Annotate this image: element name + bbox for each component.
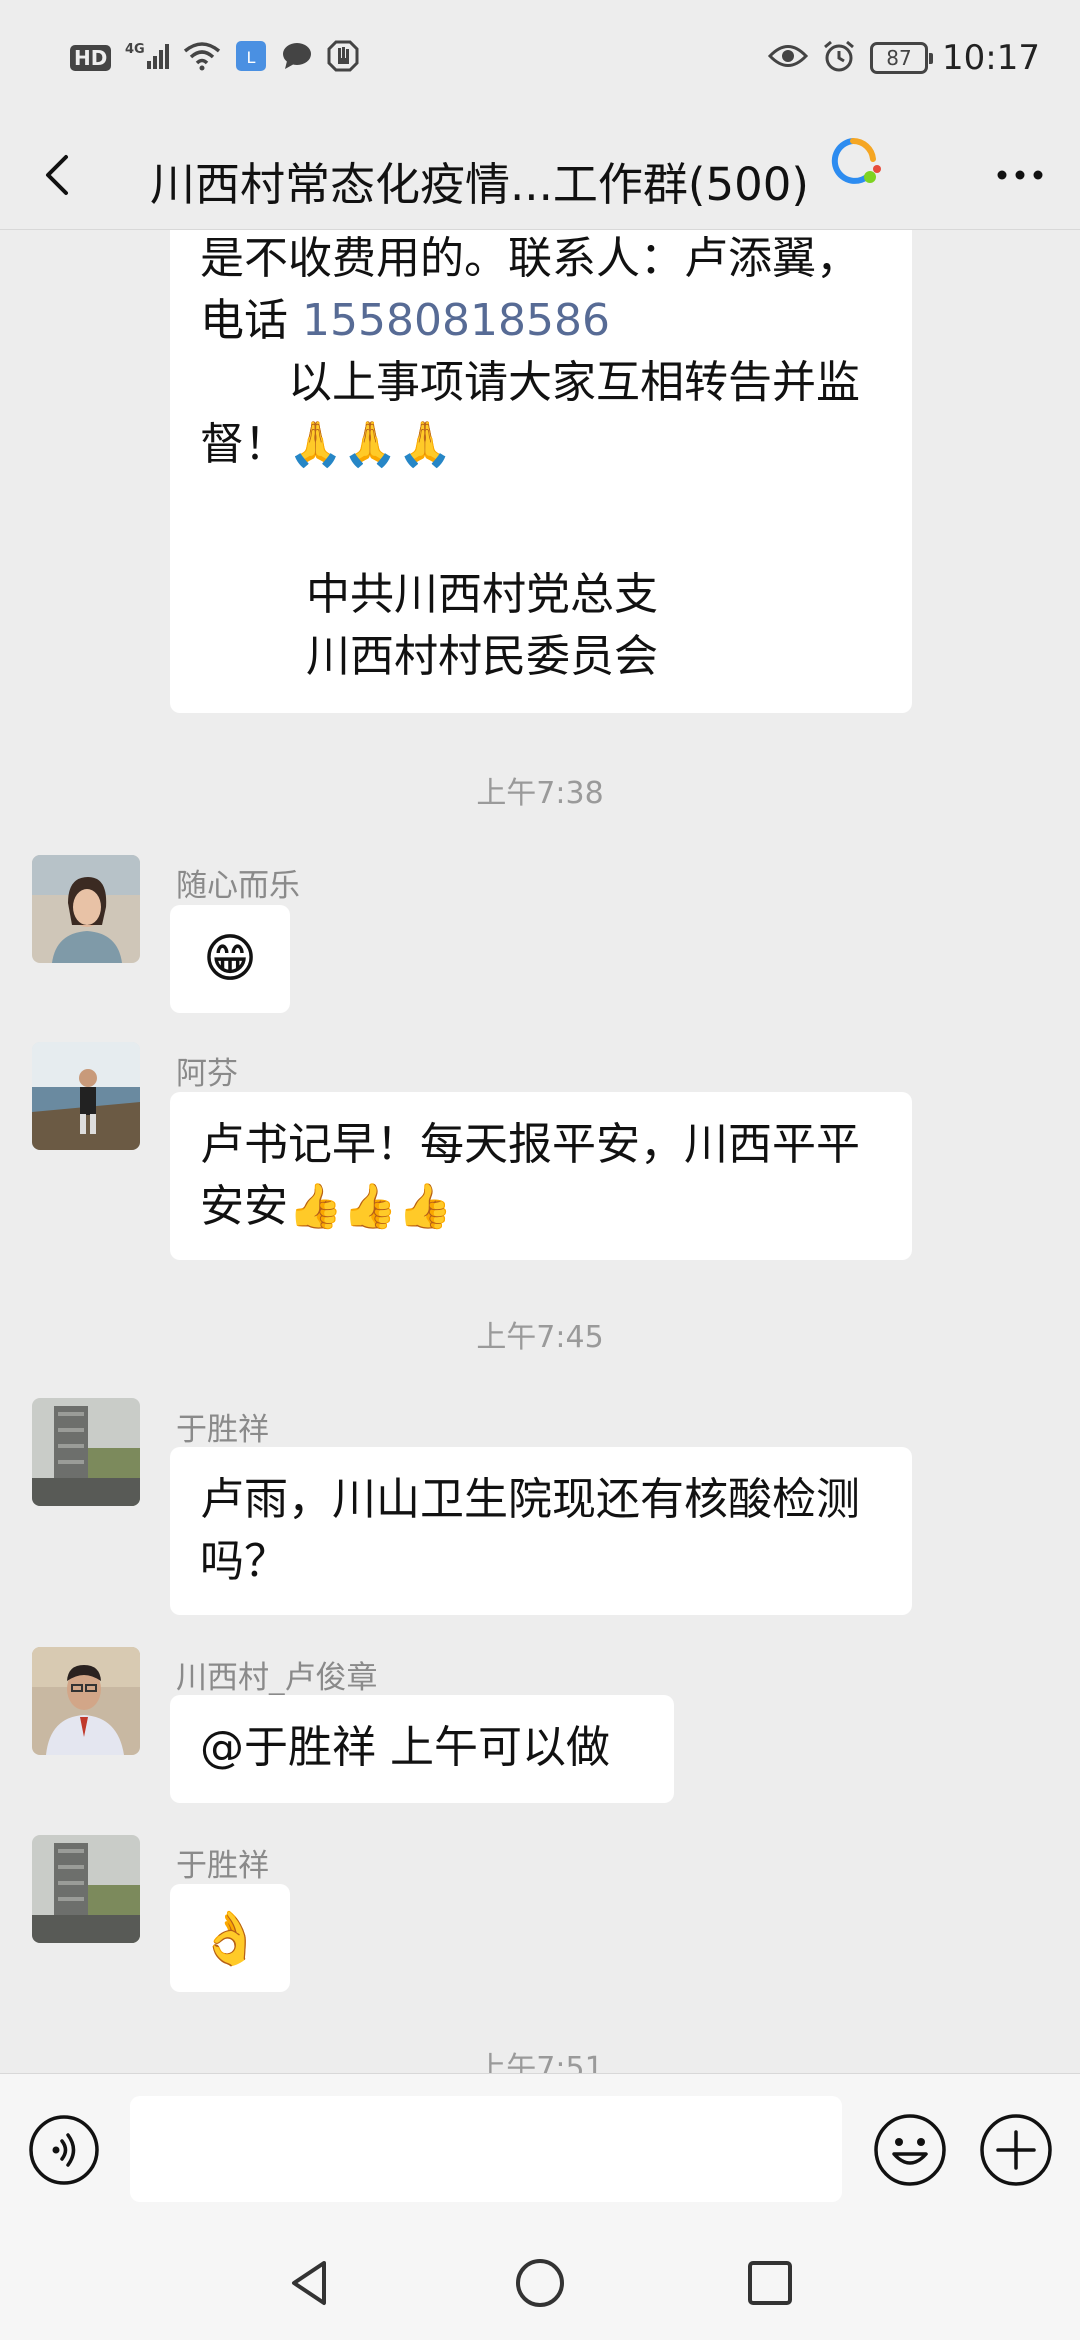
message-bubble[interactable]: 卢雨，川山卫生院现还有核酸检测 吗？ xyxy=(170,1447,912,1615)
message-bubble[interactable]: 👌 xyxy=(170,1884,290,1992)
more-functions-button[interactable] xyxy=(978,2112,1054,2188)
avatar[interactable] xyxy=(32,1647,140,1755)
sender-name: 于胜祥 xyxy=(176,1412,269,1448)
message-bubble[interactable]: @于胜祥 上午可以做 xyxy=(170,1695,674,1803)
chat-header: 川西村常态化疫情...工作群(500) xyxy=(0,120,1080,230)
signature-line: 川西村村民委员会 xyxy=(306,631,658,682)
more-dots-icon xyxy=(997,170,1043,180)
avatar[interactable] xyxy=(32,1835,140,1943)
back-button[interactable] xyxy=(30,145,90,205)
smiley-icon xyxy=(874,2114,946,2186)
status-bar: HD 4G L 87 10:17 xyxy=(0,0,1080,120)
avatar[interactable] xyxy=(32,855,140,963)
message-text: @于胜祥 上午可以做 xyxy=(200,1722,610,1773)
alarm-icon xyxy=(822,39,856,77)
sender-name: 川西村_卢俊章 xyxy=(176,1660,378,1696)
thumbs-up-emoji: 👍👍👍 xyxy=(288,1181,453,1232)
announcement-line: 督！🙏🙏🙏 xyxy=(200,419,453,470)
circle-home-icon xyxy=(516,2259,564,2307)
announcement-bubble[interactable]: 是不收费用的。联系人：卢添翼， 电话 15580818586 以上事项请大家互相… xyxy=(170,230,912,713)
sender-name: 随心而乐 xyxy=(176,868,300,904)
nav-recents-button[interactable] xyxy=(740,2253,800,2313)
svg-text:4G: 4G xyxy=(125,42,145,57)
praying-hands-emoji: 🙏🙏🙏 xyxy=(288,419,453,470)
input-bar xyxy=(0,2073,1080,2223)
signature-line: 中共川西村党总支 xyxy=(306,569,658,620)
app-notification-icon: L xyxy=(235,40,267,76)
enterprise-group-icon xyxy=(825,135,885,190)
announcement-phone-line: 电话 15580818586 xyxy=(200,290,882,352)
square-recents-icon xyxy=(748,2261,792,2305)
phone-label: 电话 xyxy=(200,295,288,346)
nav-home-button[interactable] xyxy=(510,2253,570,2313)
sender-name: 于胜祥 xyxy=(176,1848,269,1884)
voice-icon xyxy=(29,2115,99,2185)
plus-icon xyxy=(980,2114,1052,2186)
eye-comfort-icon xyxy=(767,43,809,73)
voice-input-button[interactable] xyxy=(28,2114,100,2186)
sender-name: 阿芬 xyxy=(176,1056,238,1092)
wifi-icon xyxy=(183,41,221,75)
message-timestamp: 上午7:51 xyxy=(476,2051,604,2073)
announcement-line: 是不收费用的。联系人：卢添翼， xyxy=(200,233,860,284)
status-time: 10:17 xyxy=(942,38,1040,78)
chevron-left-icon xyxy=(46,155,68,195)
chat-title: 川西村常态化疫情...工作群(500) xyxy=(150,158,809,211)
message-text: 安安👍👍👍 xyxy=(200,1181,453,1232)
more-options-button[interactable] xyxy=(990,150,1050,200)
message-text: 卢雨，川山卫生院现还有核酸检测 xyxy=(200,1474,860,1525)
message-bubble[interactable]: 😁 xyxy=(170,905,290,1013)
avatar[interactable] xyxy=(32,1042,140,1150)
message-timestamp: 上午7:38 xyxy=(476,776,604,811)
announcement-line: 以上事项请大家互相转告并监 xyxy=(200,357,860,408)
triangle-back-icon xyxy=(292,2261,326,2305)
cellular-signal-icon: 4G xyxy=(125,41,170,75)
hd-indicator: HD xyxy=(70,45,112,71)
hand-notification-icon xyxy=(327,40,359,76)
emoji-button[interactable] xyxy=(872,2112,948,2188)
status-icons-right: 87 10:17 xyxy=(767,38,1040,78)
svg-text:L: L xyxy=(247,48,256,67)
message-input[interactable] xyxy=(130,2096,842,2202)
wechat-group-chat-screen: HD 4G L 87 10:17 川西村常态化疫情...工作群(500) 是不收… xyxy=(0,0,1080,2340)
message-text: 卢书记早！每天报平安，川西平平 xyxy=(200,1119,860,1170)
system-navigation-bar xyxy=(0,2223,1080,2340)
nav-back-button[interactable] xyxy=(280,2253,340,2313)
avatar[interactable] xyxy=(32,1398,140,1506)
message-timestamp: 上午7:45 xyxy=(476,1320,604,1355)
phone-number-link[interactable]: 15580818586 xyxy=(302,295,610,346)
message-bubble[interactable]: 卢书记早！每天报平安，川西平平 安安👍👍👍 xyxy=(170,1092,912,1260)
message-notification-icon xyxy=(281,41,313,75)
message-text: 吗？ xyxy=(200,1536,288,1587)
status-icons-left: HD 4G L xyxy=(70,40,359,76)
battery-indicator: 87 xyxy=(870,42,934,74)
message-list[interactable]: 是不收费用的。联系人：卢添翼， 电话 15580818586 以上事项请大家互相… xyxy=(0,230,1080,2073)
